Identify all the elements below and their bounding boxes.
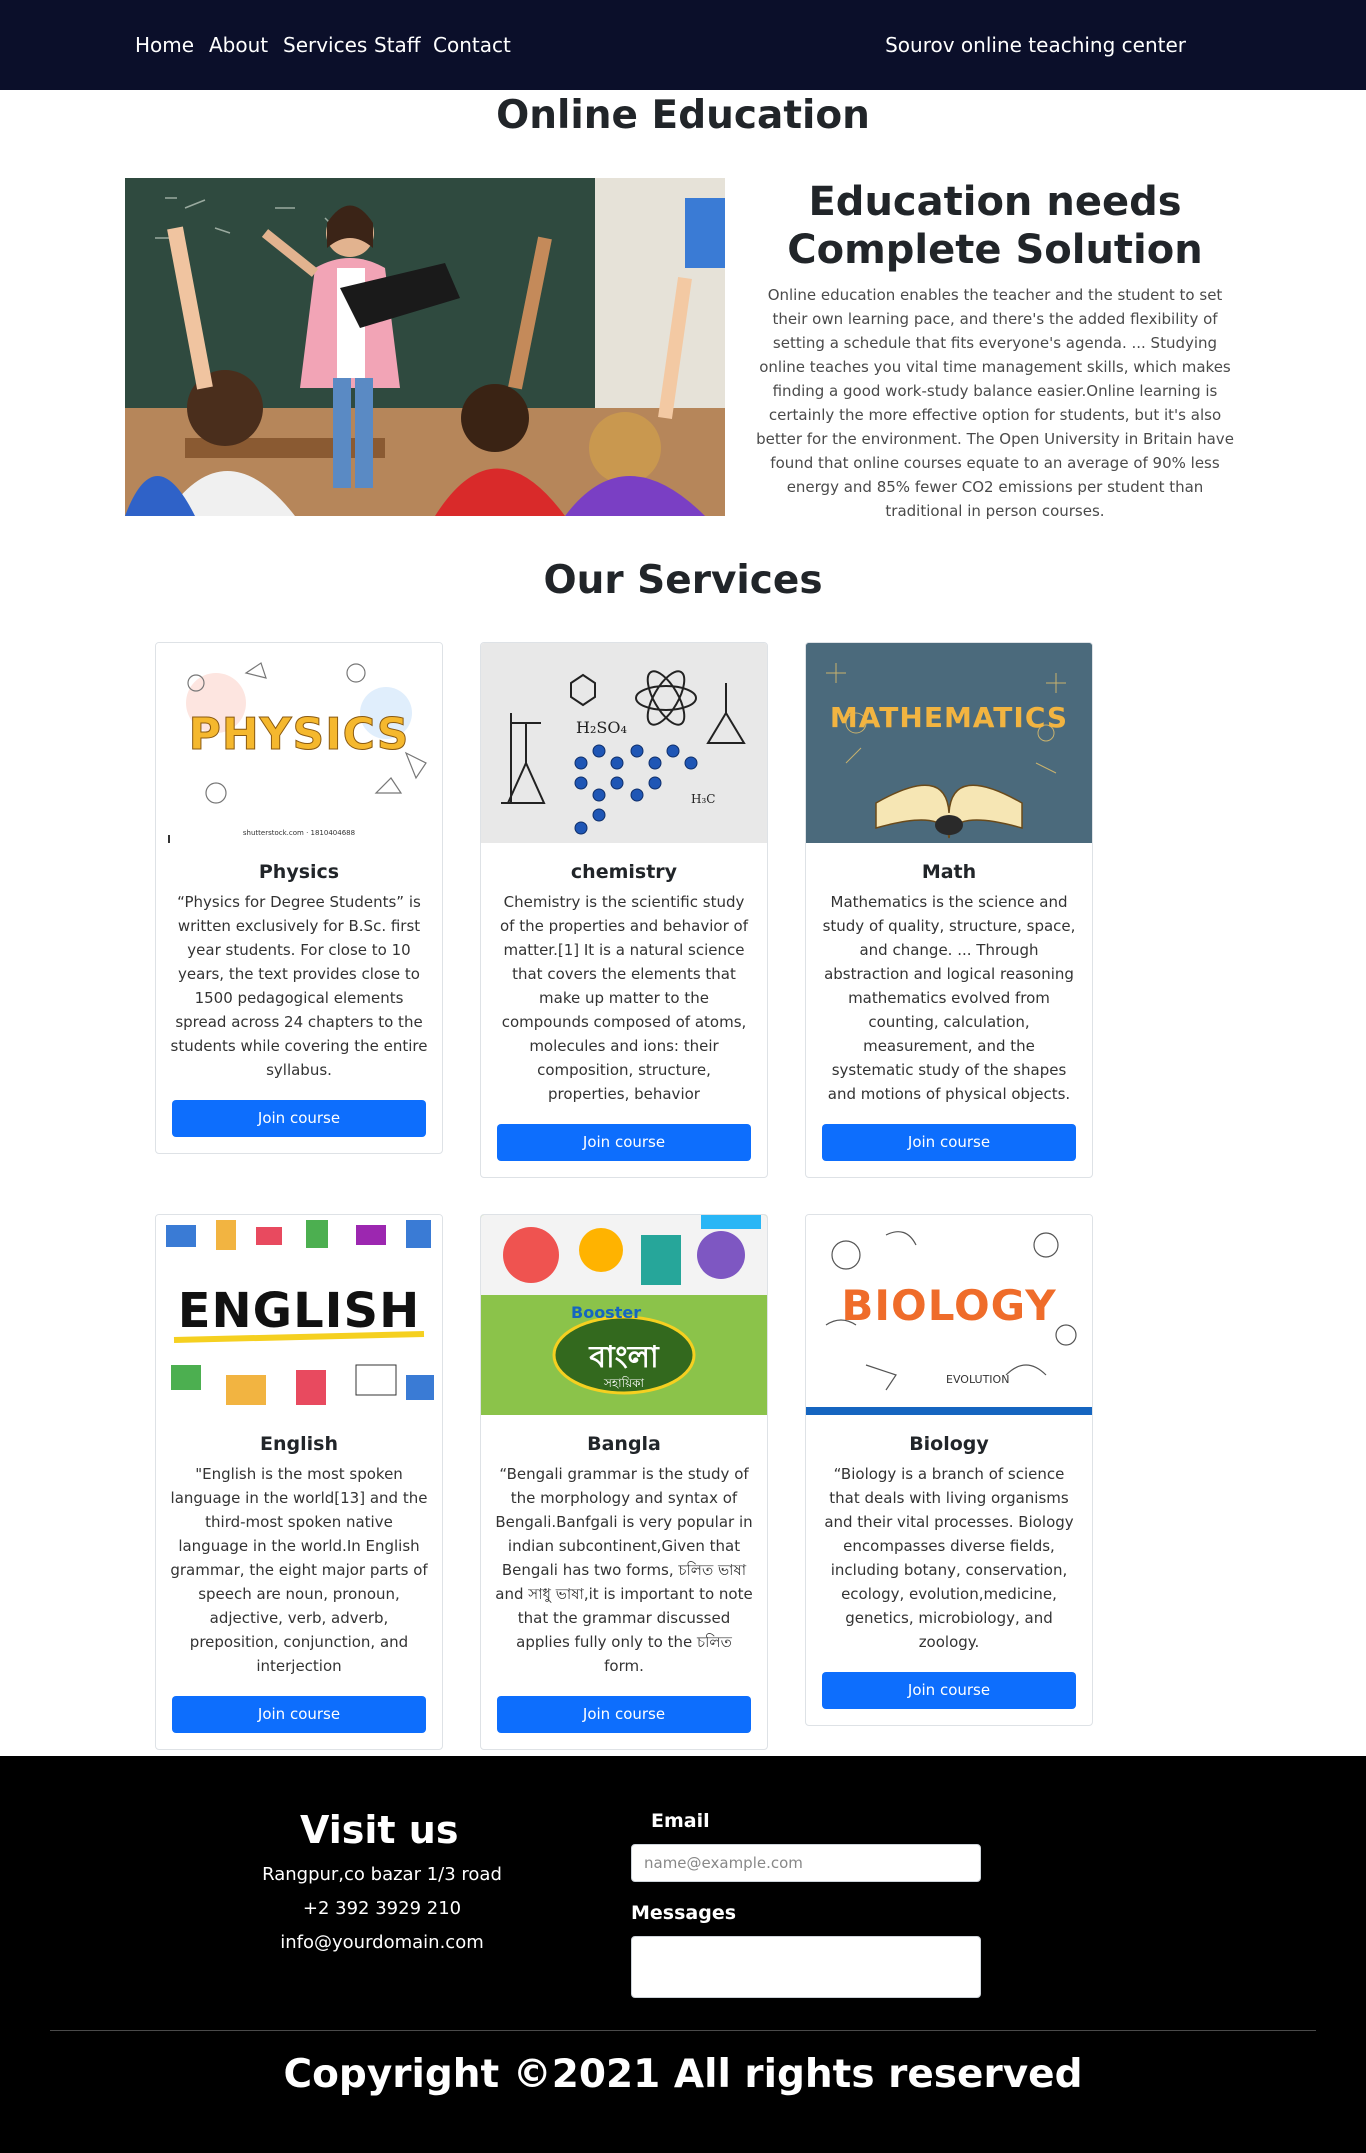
address-text: Rangpur,co bazar 1/3 road [262,1864,502,1885]
card-title-biology: Biology [909,1433,989,1455]
card-title-math: Math [921,861,977,883]
join-course-biology-button[interactable]: Join course [822,1672,1076,1709]
bangla-image-tag: Booster [571,1303,642,1322]
join-course-physics-button[interactable]: Join course [172,1100,426,1137]
email-label: Email [651,1810,710,1832]
svg-text:H₃C: H₃C [691,792,715,806]
hero-title: Online Education [496,93,870,138]
biology-image-label: BIOLOGY [841,1281,1057,1330]
chemistry-image: H₂SO₄ H₃C [481,643,767,843]
nav-home-link[interactable]: Home [135,33,194,57]
english-image: ENGLISH [156,1215,442,1415]
card-text-bangla: “Bengali grammar is the study of the mor… [495,1465,753,1675]
card-text-physics: “Physics for Degree Students” is written… [170,893,428,1079]
navbar: Home About Services Staff Contact Sourov… [0,0,1366,90]
nav-services-link[interactable]: Services [283,33,367,57]
footer: Visit us Rangpur,co bazar 1/3 road +2 39… [0,1756,1366,2153]
card-text-chemistry: Chemistry is the scientific study of the… [500,893,748,1103]
course-card-english: ENGLISH English "English is the most spo… [155,1214,443,1750]
svg-text:H₂SO₄: H₂SO₄ [576,718,627,737]
physics-image-caption: shutterstock.com · 1810404688 [242,829,356,837]
course-card-physics: PHYSICS shutterstock.com · 1810404688 Ph… [155,642,443,1154]
join-course-chemistry-button[interactable]: Join course [497,1124,751,1161]
physics-image-label: PHYSICS [188,709,410,761]
biology-image: BIOLOGY EVOLUTION [806,1215,1092,1415]
card-text-biology: “Biology is a branch of science that dea… [824,1465,1074,1651]
card-title-english: English [260,1433,338,1455]
nav-staff-link[interactable]: Staff [374,33,421,57]
nav-contact-link[interactable]: Contact [433,33,511,57]
card-title-bangla: Bangla [587,1433,661,1455]
phone-text: +2 392 3929 210 [302,1898,462,1919]
physics-image: PHYSICS shutterstock.com · 1810404688 [156,643,442,843]
card-text-math: Mathematics is the science and study of … [822,893,1076,1103]
email-text: info@yourdomain.com [280,1932,484,1953]
bangla-image: Booster বাংলা সহায়িকা [481,1215,767,1415]
card-text-english: "English is the most spoken language in … [170,1465,428,1675]
join-course-math-button[interactable]: Join course [822,1124,1076,1161]
course-card-biology: BIOLOGY EVOLUTION Biology “Biology is a … [805,1214,1093,1726]
copyright-text: Copyright ©2021 All rights reserved [283,2052,1083,2097]
join-course-bangla-button[interactable]: Join course [497,1696,751,1733]
course-card-math: MATHEMATICS Math Mathematics is the scie… [805,642,1093,1178]
messages-textarea[interactable] [631,1936,981,1998]
join-course-english-button[interactable]: Join course [172,1696,426,1733]
hero-heading: Education needs Complete Solution [787,179,1203,273]
english-image-label: ENGLISH [177,1283,421,1339]
email-input[interactable] [631,1844,981,1882]
math-image-label: MATHEMATICS [829,701,1069,734]
messages-label: Messages [631,1902,737,1924]
brand-name[interactable]: Sourov online teaching center [885,33,1186,57]
visit-us-title: Visit us [300,1808,459,1852]
hero-description: Online education enables the teacher and… [756,286,1234,520]
card-title-chemistry: chemistry [570,861,678,883]
footer-divider [50,2030,1316,2031]
classroom-image [125,178,725,516]
card-title-physics: Physics [258,861,340,883]
course-card-chemistry: H₂SO₄ H₃C chemistry Chemistry is the sci… [480,642,768,1178]
biology-image-sub: EVOLUTION [946,1373,1010,1386]
math-image: MATHEMATICS [806,643,1092,843]
course-card-bangla: Booster বাংলা সহায়িকা Bangla “Bengali g… [480,1214,768,1750]
nav-about-link[interactable]: About [209,33,268,57]
services-title: Our Services [543,558,823,603]
bangla-image-sub: সহায়িকা [603,1376,645,1390]
